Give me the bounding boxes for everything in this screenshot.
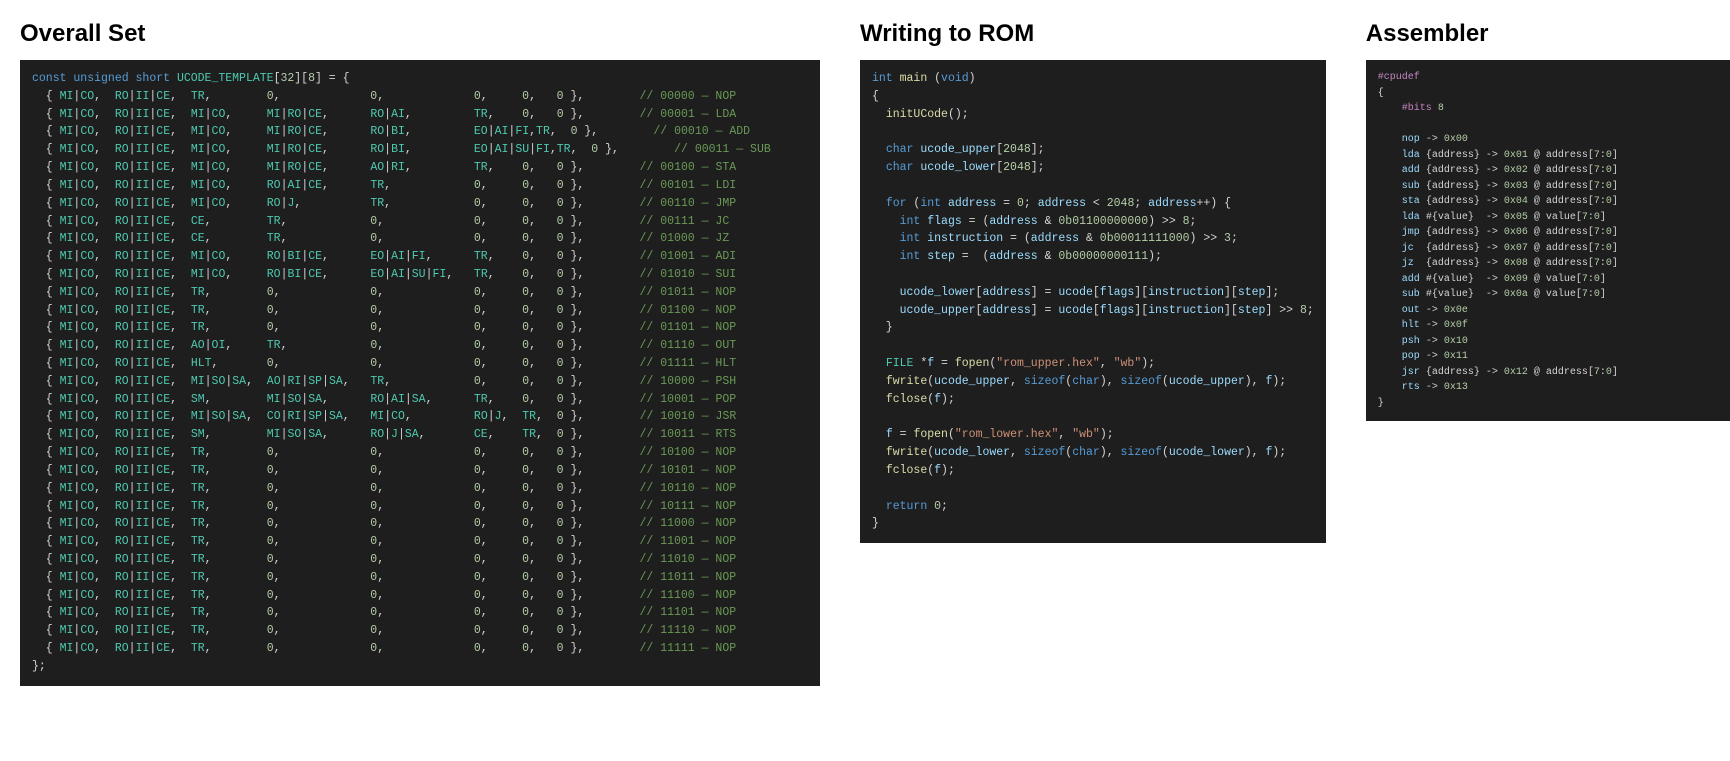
three-column-layout: Overall Set const unsigned short UCODE_T… [20,20,1710,686]
heading-writing-rom: Writing to ROM [860,20,1326,48]
heading-assembler: Assembler [1366,20,1730,48]
code-main-fn: int main (void) { initUCode(); char ucod… [860,60,1326,543]
col-overall-set: Overall Set const unsigned short UCODE_T… [20,20,820,686]
col-assembler: Assembler #cpudef { #bits 8 nop -> 0x00 … [1366,20,1730,421]
heading-overall-set: Overall Set [20,20,820,48]
code-ucode-template: const unsigned short UCODE_TEMPLATE[32][… [20,60,820,686]
col-writing-rom: Writing to ROM int main (void) { initUCo… [860,20,1326,543]
code-assembler-def: #cpudef { #bits 8 nop -> 0x00 lda {addre… [1366,60,1730,421]
